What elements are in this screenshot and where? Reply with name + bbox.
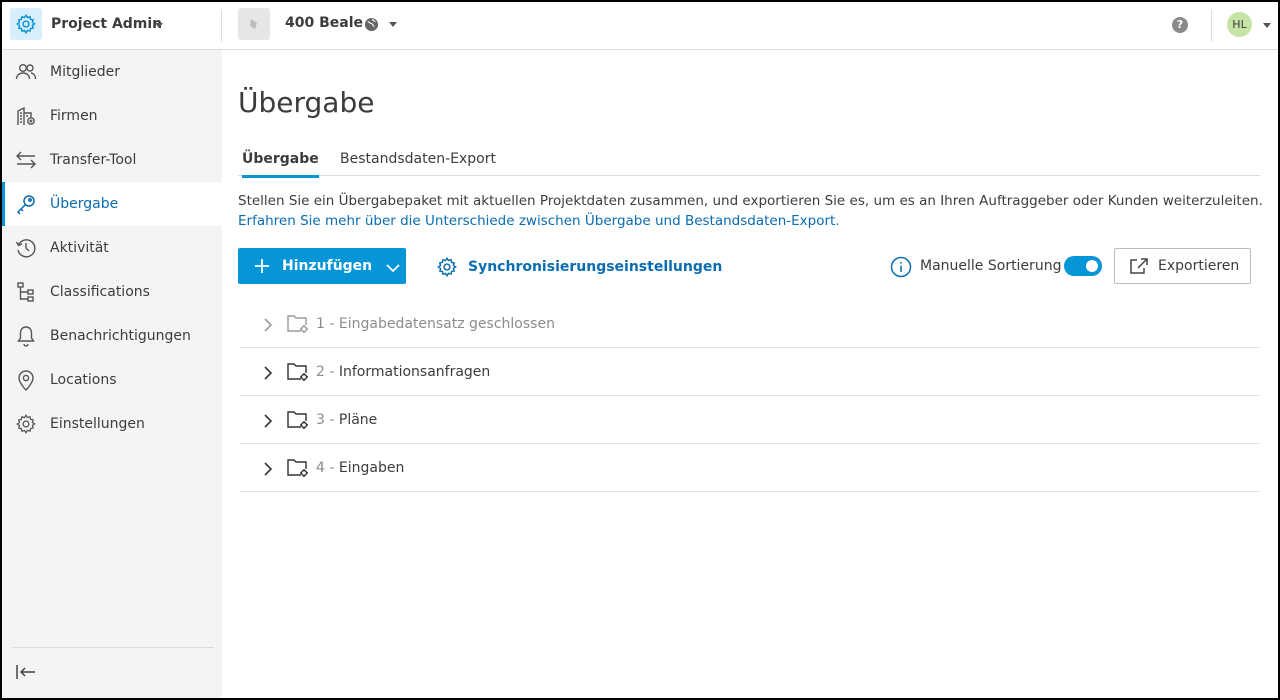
divider: [221, 10, 222, 42]
info-icon[interactable]: [890, 256, 912, 278]
row-number: 2 - Informationsanfragen: [316, 363, 491, 380]
sidebar-item-settings[interactable]: Einstellungen: [2, 402, 222, 446]
sidebar-item-label: Firmen: [50, 108, 98, 124]
row-label: Pläne: [338, 411, 378, 428]
project-thumbnail[interactable]: [238, 8, 270, 40]
sidebar-item-locations[interactable]: Locations: [2, 358, 222, 402]
sidebar-item-classifications[interactable]: Classifications: [2, 270, 222, 314]
learn-more-link[interactable]: Erfahren Sie mehr über die Unterschiede …: [238, 213, 840, 229]
tab-handover[interactable]: Übergabe: [242, 151, 319, 178]
app-window: Project Admin 400 Beale ? HL Mitglieder …: [0, 0, 1280, 700]
page-title: Übergabe: [238, 86, 375, 119]
sidebar: Mitglieder Firmen Transfer-Tool Übergabe…: [2, 50, 222, 698]
sidebar-item-label: Einstellungen: [50, 416, 145, 432]
row-number: 3 - Pläne: [316, 411, 378, 428]
gear-icon[interactable]: [10, 8, 42, 40]
divider: [1211, 10, 1212, 42]
collapse-sidebar-icon[interactable]: [15, 663, 39, 681]
tab-asset-data-export[interactable]: Bestandsdaten-Export: [340, 151, 496, 175]
export-icon: [1129, 257, 1149, 275]
row-number: 1 - Eingabedatensatz geschlossen: [316, 315, 555, 332]
sidebar-item-handover[interactable]: Übergabe: [2, 182, 222, 226]
chevron-right-icon[interactable]: [262, 413, 274, 428]
sidebar-item-label: Locations: [50, 372, 117, 388]
sidebar-item-label: Classifications: [50, 284, 150, 300]
folder-list: 1 - Eingabedatensatz geschlossen 2 - Inf…: [240, 300, 1260, 492]
top-bar: Project Admin 400 Beale ? HL: [2, 2, 1278, 50]
chevron-right-icon[interactable]: [262, 365, 274, 380]
list-item[interactable]: 4 - Eingaben: [240, 444, 1260, 492]
add-button-label: Hinzufügen: [282, 258, 373, 274]
row-number: 4 - Eingaben: [316, 459, 405, 476]
export-button-label: Exportieren: [1158, 258, 1240, 274]
description-text: Stellen Sie ein Übergabepaket mit aktuel…: [238, 193, 1263, 209]
folder-settings-icon: [286, 409, 310, 431]
gear-icon: [436, 256, 458, 278]
sidebar-item-label: Aktivität: [50, 240, 109, 256]
chevron-down-icon[interactable]: [155, 23, 163, 28]
folder-settings-icon: [286, 457, 310, 479]
list-item[interactable]: 1 - Eingabedatensatz geschlossen: [240, 300, 1260, 348]
chevron-right-icon[interactable]: [262, 461, 274, 476]
row-label: Eingaben: [338, 459, 405, 476]
sidebar-item-activity[interactable]: Aktivität: [2, 226, 222, 270]
members-icon: [15, 61, 37, 83]
globe-icon: [364, 17, 379, 32]
row-label: Eingabedatensatz geschlossen: [338, 315, 555, 332]
folder-settings-icon: [286, 361, 310, 383]
help-icon[interactable]: ?: [1172, 17, 1188, 33]
sync-settings-button[interactable]: Synchronisierungseinstellungen: [436, 255, 722, 279]
list-item[interactable]: 3 - Pläne: [240, 396, 1260, 444]
app-title[interactable]: Project Admin: [51, 16, 162, 32]
sidebar-item-notifications[interactable]: Benachrichtigungen: [2, 314, 222, 358]
sidebar-item-label: Benachrichtigungen: [50, 328, 191, 344]
chevron-down-icon[interactable]: [1263, 23, 1271, 28]
classifications-icon: [15, 281, 37, 303]
chevron-down-icon[interactable]: [389, 22, 397, 27]
export-button[interactable]: Exportieren: [1114, 248, 1251, 284]
main-content: Übergabe Übergabe Bestandsdaten-Export S…: [222, 50, 1278, 698]
manual-sort-label: Manuelle Sortierung: [920, 258, 1062, 274]
sidebar-item-label: Mitglieder: [50, 64, 120, 80]
companies-icon: [15, 105, 37, 127]
plus-icon: [254, 258, 270, 274]
key-icon: [15, 193, 37, 215]
avatar[interactable]: HL: [1227, 12, 1252, 37]
location-pin-icon: [15, 369, 37, 391]
divider: [12, 647, 214, 648]
project-name[interactable]: 400 Beale: [285, 15, 363, 31]
transfer-icon: [15, 149, 37, 171]
history-icon: [15, 237, 37, 259]
manual-sort-toggle[interactable]: [1064, 256, 1102, 276]
gear-icon: [15, 413, 37, 435]
chevron-down-icon: [386, 261, 400, 273]
sidebar-item-companies[interactable]: Firmen: [2, 94, 222, 138]
sync-settings-label: Synchronisierungseinstellungen: [468, 259, 723, 275]
toggle-knob: [1086, 260, 1098, 272]
sidebar-item-members[interactable]: Mitglieder: [2, 50, 222, 94]
sidebar-item-label: Transfer-Tool: [50, 152, 137, 168]
add-button[interactable]: Hinzufügen: [238, 248, 406, 284]
folder-settings-icon: [286, 313, 310, 335]
chevron-right-icon[interactable]: [262, 317, 274, 332]
bell-icon: [15, 325, 37, 347]
sidebar-item-label: Übergabe: [50, 196, 119, 212]
row-label: Informationsanfragen: [338, 363, 491, 380]
list-item[interactable]: 2 - Informationsanfragen: [240, 348, 1260, 396]
tab-bar: Übergabe Bestandsdaten-Export: [238, 146, 1260, 178]
sidebar-item-transfer-tool[interactable]: Transfer-Tool: [2, 138, 222, 182]
